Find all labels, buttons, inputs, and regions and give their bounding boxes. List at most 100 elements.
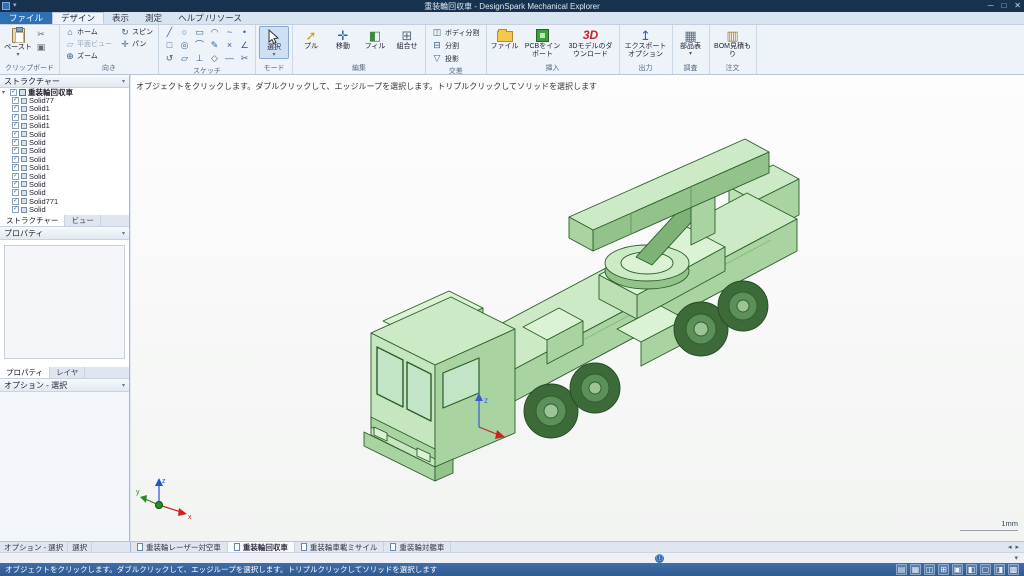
copy-icon[interactable]: ▣	[35, 41, 47, 53]
sketch-tool-icon[interactable]: ∠	[237, 39, 252, 52]
intersect-button[interactable]: ⊟ 分割	[429, 39, 483, 52]
3d-viewport[interactable]: z x y z オブジェクトをクリックします。ダブルクリックして、エッジループを…	[131, 75, 1024, 541]
sketch-tool-icon[interactable]: ―	[222, 52, 237, 65]
chevron-down-icon[interactable]: ▾	[1014, 554, 1018, 562]
sketch-tool-icon[interactable]: ◎	[177, 39, 192, 52]
visibility-checkbox[interactable]: ✓	[12, 172, 19, 180]
tree-item[interactable]: ✓ Solid1	[0, 113, 129, 122]
select-mode-button[interactable]: 選択 ▾	[259, 26, 289, 59]
status-toggle-icon[interactable]: ▩	[1008, 564, 1019, 575]
tab-help[interactable]: ヘルプ /リソース	[170, 12, 250, 24]
cut-icon[interactable]: ✂	[35, 28, 47, 40]
tab-design[interactable]: デザイン	[52, 12, 105, 24]
sketch-tool-icon[interactable]: ~	[222, 26, 237, 39]
orient-button[interactable]: ↻ スピン	[118, 26, 155, 38]
info-icon[interactable]: ⓘ	[655, 554, 664, 563]
tab-options-selection[interactable]: オプション - 選択	[0, 542, 69, 552]
tab-structure[interactable]: ストラクチャー	[0, 215, 66, 226]
status-toggle-icon[interactable]: ▦	[910, 564, 921, 575]
tree-item[interactable]: ✓ Solid	[0, 180, 129, 189]
download-3d-model-button[interactable]: 3D 3Dモデルのダウンロード	[566, 26, 616, 58]
tab-views[interactable]: ビュー	[65, 215, 101, 226]
next-tab-icon[interactable]: ▸	[1015, 543, 1019, 551]
sketch-tool-icon[interactable]: ▭	[192, 26, 207, 39]
tree-item[interactable]: ✓ Solid1	[0, 121, 129, 130]
tree-item[interactable]: ✓ Solid	[0, 146, 129, 155]
visibility-checkbox[interactable]: ✓	[12, 155, 19, 163]
sketch-tool-icon[interactable]: ◇	[207, 52, 222, 65]
combine-button[interactable]: ⊞ 組合せ	[392, 26, 422, 51]
visibility-checkbox[interactable]: ✓	[12, 197, 19, 205]
sketch-tool-icon[interactable]: ×	[222, 39, 237, 52]
move-button[interactable]: ✛ 移動	[328, 26, 358, 51]
status-toggle-icon[interactable]: ▣	[952, 564, 963, 575]
tree-item[interactable]: ✓ Solid	[0, 188, 129, 197]
document-tab[interactable]: 重装輪レーザー対空車	[131, 542, 228, 552]
tree-item[interactable]: ✓ Solid	[0, 172, 129, 181]
tab-properties[interactable]: プロパティ	[0, 367, 51, 378]
status-toggle-icon[interactable]: ▢	[980, 564, 991, 575]
sketch-tool-icon[interactable]: ⊥	[192, 52, 207, 65]
insert-file-button[interactable]: ファイル	[490, 26, 520, 51]
pull-button[interactable]: ➚ プル	[296, 26, 326, 51]
prev-tab-icon[interactable]: ◂	[1008, 543, 1012, 551]
sketch-tool-icon[interactable]: ◠	[207, 26, 222, 39]
collapse-icon[interactable]: ▾	[122, 382, 125, 389]
paste-button[interactable]: ペースト ▾	[3, 26, 33, 58]
tree-item[interactable]: ✓ Solid771	[0, 197, 129, 206]
sketch-tool-icon[interactable]: □	[162, 39, 177, 52]
tab-layers[interactable]: レイヤ	[50, 367, 86, 378]
minimize-button[interactable]: ─	[988, 1, 994, 10]
tab-measure[interactable]: 測定	[137, 12, 170, 24]
sketch-tool-icon[interactable]: •	[237, 26, 252, 39]
visibility-checkbox[interactable]: ✓	[12, 130, 19, 138]
visibility-checkbox[interactable]: ✓	[12, 189, 19, 197]
bom-quote-button[interactable]: ▥ BOM見積もり	[713, 26, 753, 58]
visibility-checkbox[interactable]: ✓	[12, 122, 19, 130]
document-tab[interactable]: 重装輪車載ミサイル	[295, 542, 385, 552]
sketch-tool-icon[interactable]: ✎	[207, 39, 222, 52]
sketch-tool-icon[interactable]: ⌒	[192, 39, 207, 52]
orient-button[interactable]: ⊕ ズーム	[63, 50, 114, 62]
tab-view[interactable]: 表示	[104, 12, 137, 24]
tree-root-item[interactable]: ▾ ✓ 重装輪回収車	[0, 88, 129, 97]
sketch-tool-icon[interactable]: ↺	[162, 52, 177, 65]
tree-item[interactable]: ✓ Solid1	[0, 163, 129, 172]
sketch-tool-icon[interactable]: ╱	[162, 26, 177, 39]
collapse-icon[interactable]: ▾	[122, 78, 125, 85]
visibility-checkbox[interactable]: ✓	[12, 139, 19, 147]
visibility-checkbox[interactable]: ✓	[12, 147, 19, 155]
fill-button[interactable]: ◧ フィル	[360, 26, 390, 51]
properties-grid[interactable]	[4, 245, 125, 359]
tree-item[interactable]: ✓ Solid1	[0, 104, 129, 113]
status-toggle-icon[interactable]: ▤	[896, 564, 907, 575]
visibility-checkbox[interactable]: ✓	[12, 180, 19, 188]
tab-selection[interactable]: 選択	[68, 542, 93, 552]
model-canvas[interactable]: z x y z	[131, 75, 1024, 541]
tree-item[interactable]: ✓ Solid	[0, 130, 129, 139]
intersect-button[interactable]: ◫ ボディ分割	[429, 26, 483, 39]
status-toggle-icon[interactable]: ◫	[924, 564, 935, 575]
visibility-checkbox[interactable]: ✓	[12, 97, 19, 105]
maximize-button[interactable]: □	[1001, 1, 1006, 10]
tab-file[interactable]: ファイル	[0, 12, 53, 24]
sketch-tool-icon[interactable]: ✂	[237, 52, 252, 65]
visibility-checkbox[interactable]: ✓	[12, 113, 19, 121]
tree-item[interactable]: ✓ Solid	[0, 205, 129, 214]
sketch-tool-icon[interactable]: ○	[177, 26, 192, 39]
visibility-checkbox[interactable]: ✓	[12, 105, 19, 113]
orient-button[interactable]: ⌂ ホーム	[63, 26, 114, 38]
visibility-checkbox[interactable]: ✓	[12, 164, 19, 172]
close-button[interactable]: ✕	[1014, 1, 1021, 10]
parts-list-button[interactable]: ▦ 部品表 ▾	[676, 26, 706, 57]
import-pcb-button[interactable]: PCBをインポート	[522, 26, 564, 58]
export-options-button[interactable]: ↥ エクスポートオプション	[623, 26, 669, 58]
tree-item[interactable]: ✓ Solid	[0, 155, 129, 164]
orient-button[interactable]: ✛ パン	[118, 38, 155, 50]
status-toggle-icon[interactable]: ⊞	[938, 564, 949, 575]
visibility-checkbox[interactable]: ✓	[10, 88, 17, 96]
document-tab[interactable]: 重装輪回収車	[227, 542, 295, 552]
visibility-checkbox[interactable]: ✓	[12, 206, 19, 214]
status-toggle-icon[interactable]: ◨	[994, 564, 1005, 575]
tree-item[interactable]: ✓ Solid	[0, 138, 129, 147]
